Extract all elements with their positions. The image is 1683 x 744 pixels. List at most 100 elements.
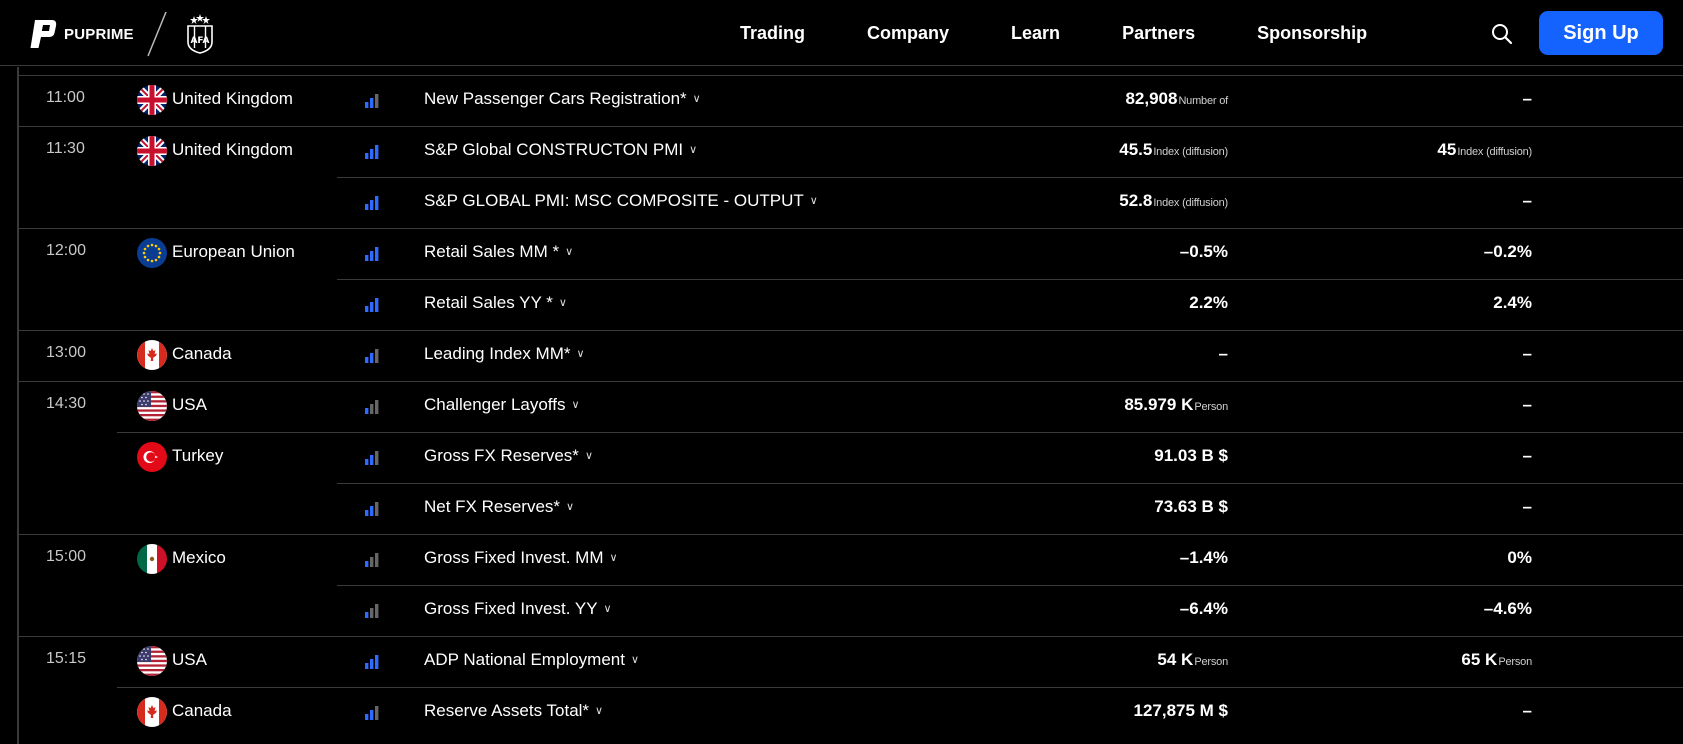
event-name-toggle[interactable]: Retail Sales MM * ∨: [424, 242, 573, 262]
impact-bar: [375, 451, 379, 465]
impact-bars-icon: [365, 451, 379, 465]
chevron-down-icon[interactable]: ∨: [566, 501, 574, 513]
previous-value: 82,908Number of: [1125, 89, 1228, 109]
forecast-value: –0.2%: [1484, 242, 1532, 262]
impact-bar: [370, 98, 374, 108]
nav-learn[interactable]: Learn: [1011, 23, 1060, 44]
nav-company[interactable]: Company: [867, 23, 949, 44]
impact-bar: [365, 714, 369, 720]
sign-up-button[interactable]: Sign Up: [1539, 11, 1663, 55]
search-icon[interactable]: [1490, 22, 1514, 46]
calendar-row: Turkey Gross FX Reserves* ∨ 91.03 B $ –: [0, 432, 1683, 483]
event-name: Gross Fixed Invest. MM: [424, 548, 604, 567]
forecast-number: –: [1522, 497, 1532, 516]
afa-crest-icon: AFA: [187, 14, 213, 54]
impact-bars-icon: [365, 553, 379, 567]
impact-bars-icon: [365, 655, 379, 669]
chevron-down-icon[interactable]: ∨: [609, 552, 617, 564]
impact-bar: [370, 404, 374, 414]
chevron-down-icon[interactable]: ∨: [585, 450, 593, 462]
event-time: 15:00: [46, 548, 87, 565]
event-name-toggle[interactable]: New Passenger Cars Registration* ∨: [424, 89, 701, 109]
event-name: Gross FX Reserves*: [424, 446, 579, 465]
calendar-row: 12:00 European Union Retail Sales MM * ∨ –0.…: [0, 228, 1683, 279]
previous-number: 85.979 K: [1124, 395, 1194, 414]
event-name-toggle[interactable]: Gross FX Reserves* ∨: [424, 446, 593, 466]
chevron-down-icon[interactable]: ∨: [604, 603, 612, 615]
forecast-number: 45: [1437, 140, 1457, 159]
impact-bar: [365, 612, 369, 618]
chevron-down-icon[interactable]: ∨: [571, 399, 579, 411]
impact-bar: [370, 710, 374, 720]
row-divider: [117, 687, 1683, 688]
event-name-toggle[interactable]: Reserve Assets Total* ∨: [424, 701, 603, 721]
impact-bars-icon: [365, 706, 379, 720]
chevron-down-icon[interactable]: ∨: [595, 705, 603, 717]
previous-number: 54 K: [1157, 650, 1194, 669]
previous-value: 52.8Index (diffusion): [1119, 191, 1228, 211]
forecast-number: –: [1522, 344, 1532, 363]
nav-partners[interactable]: Partners: [1122, 23, 1195, 44]
chevron-down-icon[interactable]: ∨: [689, 144, 697, 156]
row-divider: [17, 126, 1683, 127]
impact-bar: [370, 659, 374, 669]
previous-value: 85.979 KPerson: [1124, 395, 1228, 415]
impact-bars-icon: [365, 400, 379, 414]
impact-bars-icon: [365, 247, 379, 261]
event-name-toggle[interactable]: Challenger Layoffs ∨: [424, 395, 580, 415]
impact-bars-icon: [365, 94, 379, 108]
impact-bars-icon: [365, 604, 379, 618]
previous-number: –6.4%: [1179, 599, 1228, 618]
event-name-toggle[interactable]: Gross Fixed Invest. YY ∨: [424, 599, 612, 619]
forecast-value: –: [1523, 89, 1532, 109]
row-divider: [17, 636, 1683, 637]
event-time: 12:00: [46, 242, 87, 259]
calendar-row: 11:30 United Kingdom S&P Global CONSTRUCTO…: [0, 126, 1683, 177]
previous-value: 54 KPerson: [1157, 650, 1228, 670]
calendar-row: 11:00 United Kingdom New Passenger Cars Re…: [0, 75, 1683, 126]
puprime-logo[interactable]: PUPRIME: [26, 17, 134, 51]
impact-bar: [370, 200, 374, 210]
event-name-toggle[interactable]: Leading Index MM* ∨: [424, 344, 585, 364]
forecast-number: –4.6%: [1483, 599, 1532, 618]
united-kingdom-flag-icon: [137, 136, 167, 166]
chevron-down-icon[interactable]: ∨: [576, 348, 584, 360]
forecast-value: 45Index (diffusion): [1437, 140, 1532, 160]
previous-number: 73.63 B $: [1154, 497, 1228, 516]
forecast-unit: Person: [1498, 656, 1532, 668]
event-name-toggle[interactable]: ADP National Employment ∨: [424, 650, 639, 670]
previous-value: –: [1219, 344, 1228, 364]
country-name: United Kingdom: [172, 140, 293, 159]
event-time: 11:30: [46, 140, 85, 157]
nav-trading[interactable]: Trading: [740, 23, 805, 44]
country-name: Turkey: [172, 446, 224, 465]
event-name-toggle[interactable]: Retail Sales YY * ∨: [424, 293, 567, 313]
event-name-toggle[interactable]: S&P Global CONSTRUCTON PMI ∨: [424, 140, 697, 160]
forecast-value: –: [1523, 191, 1532, 211]
forecast-number: 65 K: [1461, 650, 1498, 669]
event-time: 11:00: [46, 89, 85, 106]
event-name-toggle[interactable]: Net FX Reserves* ∨: [424, 497, 574, 517]
country-name: USA: [172, 650, 207, 669]
calendar-row: 15:00 Mexico Gross Fixed Invest. MM ∨ –1.4% 0…: [0, 534, 1683, 585]
chevron-down-icon[interactable]: ∨: [810, 195, 818, 207]
previous-number: 127,875 M $: [1133, 701, 1228, 720]
forecast-value: –: [1523, 446, 1532, 466]
nav-sponsorship[interactable]: Sponsorship: [1257, 23, 1367, 44]
event-name: Challenger Layoffs: [424, 395, 566, 414]
event-name-toggle[interactable]: Gross Fixed Invest. MM ∨: [424, 548, 618, 568]
chevron-down-icon[interactable]: ∨: [631, 654, 639, 666]
previous-value: –6.4%: [1180, 599, 1228, 619]
impact-bar: [365, 510, 369, 516]
chevron-down-icon[interactable]: ∨: [559, 297, 567, 309]
event-name-toggle[interactable]: S&P GLOBAL PMI: MSC COMPOSITE - OUTPUT ∨: [424, 191, 818, 211]
chevron-down-icon[interactable]: ∨: [565, 246, 573, 258]
chevron-down-icon[interactable]: ∨: [693, 93, 701, 105]
impact-bars-icon: [365, 298, 379, 312]
svg-text:AFA: AFA: [190, 36, 209, 46]
impact-bar: [365, 663, 369, 669]
previous-number: 91.03 B $: [1154, 446, 1228, 465]
forecast-number: –: [1522, 191, 1532, 210]
impact-bar: [375, 247, 379, 261]
previous-unit: Person: [1194, 656, 1228, 668]
